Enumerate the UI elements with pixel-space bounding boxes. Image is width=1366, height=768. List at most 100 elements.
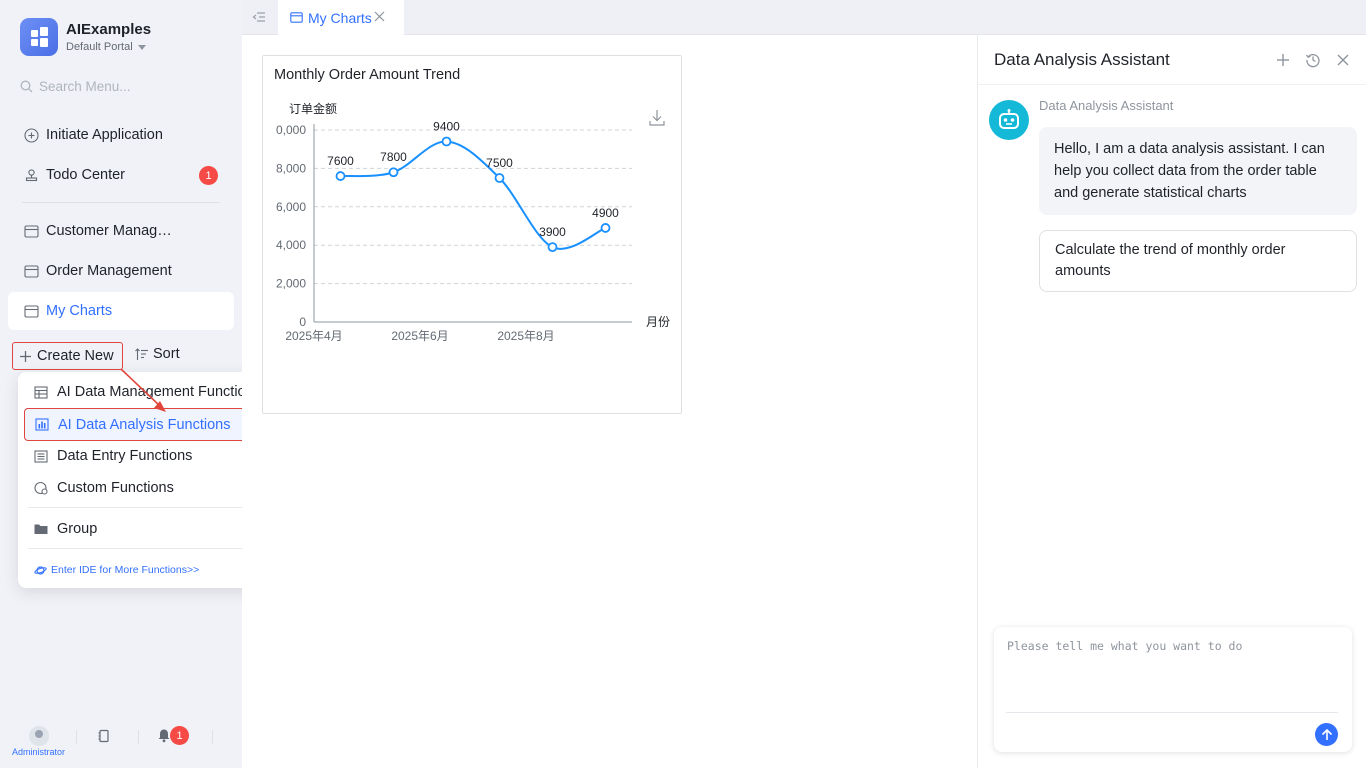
menu-item-label: Data Entry Functions xyxy=(57,448,193,464)
book-icon[interactable] xyxy=(97,729,111,743)
y-tick-label: 4,000 xyxy=(276,238,306,252)
menu-item-label: AI Data Management Functions xyxy=(57,384,261,400)
plus-circle-icon xyxy=(24,127,39,143)
data-point xyxy=(441,136,452,147)
menu-item-label: Custom Functions xyxy=(57,480,174,496)
search-placeholder: Search Menu... xyxy=(39,79,131,94)
data-point xyxy=(547,242,558,253)
data-label: 4900 xyxy=(592,206,619,220)
enter-ide-link[interactable]: Enter IDE for More Functions>> xyxy=(34,564,199,576)
sidebar-item-label: Todo Center xyxy=(46,167,125,183)
tab-my-charts[interactable]: My Charts xyxy=(278,0,404,35)
stamp-icon xyxy=(25,168,38,181)
brand[interactable]: AIExamples Default Portal xyxy=(20,18,151,56)
sidebar-item-order-management[interactable]: Order Management xyxy=(8,252,234,290)
tab-label: My Charts xyxy=(308,9,372,26)
sidebar-item-label: Initiate Application xyxy=(46,127,163,143)
x-axis-label: 月份 xyxy=(646,315,670,329)
sidebar-item-label: My Charts xyxy=(46,303,113,319)
download-icon[interactable] xyxy=(649,109,665,126)
bar-chart-icon xyxy=(35,418,49,431)
window-icon xyxy=(290,12,303,23)
sidebar-item-label: Order Management xyxy=(46,263,172,279)
menu-item-data-entry[interactable]: Data Entry Functions xyxy=(24,441,272,471)
bell-icon[interactable] xyxy=(157,728,171,743)
sort-button[interactable]: Sort xyxy=(135,346,180,362)
y-tick-label: 8,000 xyxy=(276,161,306,175)
sort-icon xyxy=(135,347,148,360)
menu-item-label: AI Data Analysis Functions xyxy=(58,416,231,433)
sidebar-footer: Administrator 1 xyxy=(0,722,242,757)
data-point xyxy=(600,223,611,233)
search-icon xyxy=(20,80,33,93)
chart-card[interactable]: 0 2,000 4,000 6,000 8,000 0,000 订单金额月份 2025年4月 2… xyxy=(262,55,682,414)
sidebar-item-my-charts[interactable]: My Charts xyxy=(8,292,234,330)
arrow-up-icon xyxy=(1321,728,1332,740)
data-label: 7500 xyxy=(486,156,513,170)
todo-count-badge: 1 xyxy=(199,166,218,185)
window-icon xyxy=(24,304,39,318)
chat-input-box xyxy=(994,627,1352,752)
collapse-sidebar-icon[interactable] xyxy=(252,10,266,24)
history-icon[interactable] xyxy=(1305,52,1321,68)
menu-item-ai-data-management[interactable]: AI Data Management Functions xyxy=(24,377,272,407)
data-point xyxy=(494,173,505,183)
menu-item-custom-functions[interactable]: Custom Functions xyxy=(24,473,272,503)
portal-selector[interactable]: Default Portal xyxy=(66,41,151,53)
y-tick-label: 6,000 xyxy=(276,200,306,214)
sidebar-item-todo-center[interactable]: Todo Center 1 xyxy=(8,156,234,194)
y-axis-label: 订单金额 xyxy=(289,101,337,116)
portal-name: Default Portal xyxy=(66,41,133,53)
custom-function-icon xyxy=(34,481,48,495)
y-tick-label: 2,000 xyxy=(276,277,306,291)
robot-icon xyxy=(989,100,1029,140)
close-icon[interactable] xyxy=(1335,52,1351,68)
sidebar-item-label: Customer Management xyxy=(46,223,176,239)
assistant-header: Data Analysis Assistant xyxy=(978,35,1366,85)
form-icon xyxy=(34,449,48,463)
window-icon xyxy=(24,264,39,278)
y-tick-label: 0 xyxy=(299,315,306,329)
search-menu-input[interactable]: Search Menu... xyxy=(20,79,131,94)
assistant-title: Data Analysis Assistant xyxy=(994,50,1170,69)
plus-icon xyxy=(20,350,31,362)
planet-icon xyxy=(34,565,47,575)
create-new-label: Create New xyxy=(37,348,114,364)
footer-divider xyxy=(138,730,139,744)
menu-item-group[interactable]: Group xyxy=(24,514,272,544)
sidebar-divider xyxy=(22,202,220,203)
app-logo-icon xyxy=(20,18,58,56)
app-name: AIExamples xyxy=(66,21,152,38)
suggestion-chip[interactable]: Calculate the trend of monthly order amo… xyxy=(1039,230,1357,292)
user-profile[interactable]: Administrator xyxy=(12,726,65,757)
line-chart: 0 2,000 4,000 6,000 8,000 0,000 订单金额月份 2025年4月 2… xyxy=(276,101,670,343)
send-button[interactable] xyxy=(1315,723,1338,746)
input-divider xyxy=(1006,712,1338,713)
assistant-panel: Data Analysis Assistant Data Analysis As… xyxy=(977,35,1366,768)
y-tick-label: 0,000 xyxy=(276,123,306,137)
footer-divider xyxy=(76,730,77,744)
create-new-button[interactable]: Create New xyxy=(12,342,123,370)
user-name: Administrator xyxy=(12,747,66,757)
sidebar-item-customer-management[interactable]: Customer Management xyxy=(8,212,234,250)
menu-item-label: Group xyxy=(57,521,98,537)
sidebar-item-initiate-application[interactable]: Initiate Application xyxy=(8,116,234,154)
create-new-dropdown: AI Data Management Functions AI Data Ana… xyxy=(18,372,278,588)
data-label: 7800 xyxy=(380,150,407,164)
data-label: 3900 xyxy=(539,225,566,239)
menu-divider xyxy=(28,548,272,549)
sort-label: Sort xyxy=(153,346,180,362)
x-tick-label: 2025年8月 xyxy=(497,329,554,343)
avatar xyxy=(28,726,49,746)
caret-down-icon xyxy=(137,44,146,50)
add-icon[interactable] xyxy=(1275,52,1291,68)
menu-item-ai-data-analysis[interactable]: AI Data Analysis Functions xyxy=(24,408,272,441)
main-canvas: 0 2,000 4,000 6,000 8,000 0,000 订单金额月份 2025年4月 2… xyxy=(242,35,977,768)
data-point xyxy=(388,167,399,178)
folder-icon xyxy=(34,524,48,534)
data-point xyxy=(335,171,346,181)
menu-divider xyxy=(28,507,272,508)
x-tick-label: 2025年4月 xyxy=(285,329,342,343)
close-tab-icon[interactable] xyxy=(374,11,385,22)
chat-input[interactable] xyxy=(1007,639,1337,709)
